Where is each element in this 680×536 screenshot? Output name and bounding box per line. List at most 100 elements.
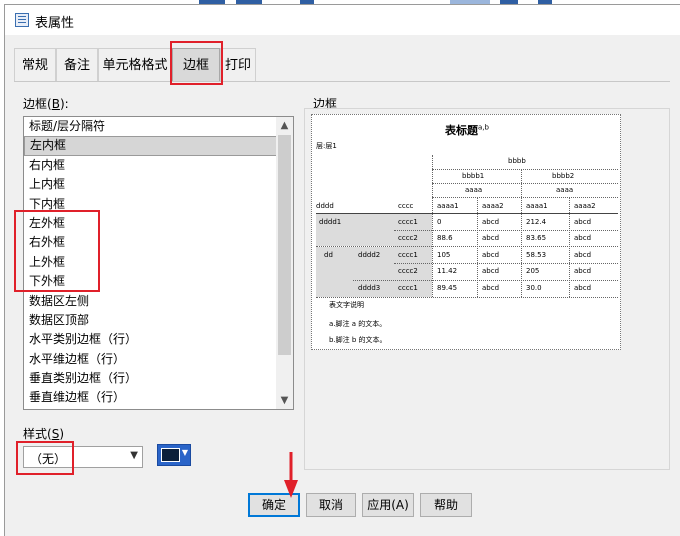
preview-gridline [353, 280, 618, 281]
preview-cell: cccc1 [398, 218, 418, 226]
preview-caption: 表文字说明 [329, 301, 364, 309]
table-icon [15, 13, 29, 27]
preview-cell: abcd [574, 267, 592, 275]
preview-header-bbbb2: bbbb2 [552, 172, 575, 180]
scroll-down-icon[interactable]: ▼ [276, 392, 293, 409]
preview-cell: 105 [437, 251, 451, 259]
preview-cell: abcd [574, 284, 592, 292]
cancel-button[interactable]: 取消 [306, 493, 356, 517]
preview-cell: abcd [574, 251, 592, 259]
preview-gridline [432, 155, 433, 297]
preview-cell: dddd2 [358, 251, 381, 259]
preview-footnote-a: a.脚注 a 的文本。 [329, 320, 387, 328]
preview-footnote-b: b.脚注 b 的文本。 [329, 336, 387, 344]
preview-col-aaaa1: aaaa1 [437, 202, 459, 210]
preview-cell: 212.4 [526, 218, 547, 226]
preview-title-text: 表标题 [445, 124, 479, 137]
scroll-up-icon[interactable]: ▲ [276, 117, 293, 134]
preview-gridline [477, 197, 478, 297]
scroll-thumb[interactable] [278, 135, 291, 355]
list-scrollbar[interactable]: ▲ ▼ [276, 117, 293, 409]
list-item-title-separator[interactable]: 标题/层分隔符 [24, 117, 277, 136]
preview-gridline [394, 230, 618, 231]
preview-cell: abcd [482, 234, 500, 242]
preview-gridline [521, 169, 522, 297]
style-hotkey: S [51, 427, 60, 441]
preview-cell: cccc1 [398, 251, 418, 259]
preview-cell: dd [324, 251, 333, 259]
preview-gridline [432, 197, 618, 198]
list-item-left-inner[interactable]: 左内框 [24, 136, 277, 156]
preview-col-aaaa2: aaaa2 [482, 202, 504, 210]
preview-cell: 205 [526, 267, 540, 275]
preview-title: 表标题a,b [312, 122, 622, 138]
color-dropdown-icon: ▼ [181, 448, 188, 457]
preview-gridline [432, 183, 618, 184]
preview-cell: abcd [482, 284, 500, 292]
preview-col-aaaa2: aaaa2 [574, 202, 596, 210]
border-list-label: 边框(B): [23, 97, 69, 111]
preview-cell: 30.0 [526, 284, 542, 292]
preview-cell: cccc2 [398, 267, 418, 275]
annotation-arrow-icon [284, 452, 298, 498]
preview-header-bbbb1: bbbb1 [462, 172, 485, 180]
preview-cell: 11.42 [437, 267, 458, 275]
preview-header-aaaa: aaaa [556, 186, 574, 194]
annotation-highlight-borders-tab [170, 41, 223, 85]
preview-cell: abcd [482, 251, 500, 259]
preview-cell: 89.45 [437, 284, 458, 292]
preview-gridline [316, 297, 618, 298]
border-list-hotkey: B [51, 97, 60, 111]
preview-title-sup: a,b [478, 123, 489, 132]
style-label-text: 样式 [23, 427, 48, 441]
preview-gridline [569, 197, 570, 297]
tab-cell-format[interactable]: 单元格格式 [98, 48, 172, 81]
list-item-data-left[interactable]: 数据区左侧 [24, 292, 277, 311]
preview-cell: 58.53 [526, 251, 547, 259]
list-item-top-inner[interactable]: 上内框 [24, 175, 277, 194]
preview-cell: dddd1 [319, 218, 342, 226]
list-item-right-inner[interactable]: 右内框 [24, 156, 277, 175]
table-preview[interactable]: 表标题a,b 层:层1 bbbb bbbb1 bbbb2 aaaa aaaa d… [311, 114, 621, 350]
preview-header-aaaa: aaaa [465, 186, 483, 194]
preview-cell: 0 [437, 218, 442, 226]
annotation-highlight-outer-borders [14, 210, 100, 292]
preview-gridline [394, 263, 618, 264]
chevron-down-icon: ▼ [130, 450, 138, 461]
tab-general[interactable]: 常规 [14, 48, 56, 81]
preview-cell: abcd [574, 218, 592, 226]
border-list-label-text: 边框 [23, 97, 48, 111]
preview-gridline [316, 246, 618, 247]
tab-notes[interactable]: 备注 [56, 48, 98, 81]
window-title: 表属性 [35, 16, 75, 31]
apply-button[interactable]: 应用(A) [362, 493, 414, 517]
list-item-v-category[interactable]: 垂直类别边框（行） [24, 369, 277, 388]
preview-cell: 83.65 [526, 234, 547, 242]
border-color-button[interactable]: ▼ [157, 444, 191, 466]
preview-gridline [432, 169, 618, 170]
preview-layer-label: 层:层1 [316, 142, 337, 150]
preview-col-dddd: dddd [316, 202, 334, 210]
preview-cell: abcd [574, 234, 592, 242]
preview-header-bbbb: bbbb [508, 157, 526, 165]
preview-col-cccc: cccc [398, 202, 414, 210]
preview-cell: abcd [482, 267, 500, 275]
tab-divider [14, 81, 670, 82]
preview-shade-dd [316, 247, 353, 297]
help-button[interactable]: 帮助 [420, 493, 472, 517]
style-label: 样式(S) [23, 427, 65, 441]
preview-cell: 88.6 [437, 234, 453, 242]
title-bar: 表属性 [5, 5, 680, 35]
preview-cell: cccc1 [398, 284, 418, 292]
preview-cell: abcd [482, 218, 500, 226]
annotation-highlight-style [16, 441, 74, 475]
tab-print[interactable]: 打印 [220, 48, 256, 81]
list-item-h-dimension[interactable]: 水平维边框（行） [24, 350, 277, 369]
color-swatch [161, 448, 180, 462]
preview-cell: cccc2 [398, 234, 418, 242]
preview-col-aaaa1: aaaa1 [526, 202, 548, 210]
list-item-v-dimension[interactable]: 垂直维边框（行） [24, 388, 277, 407]
preview-cell: dddd3 [358, 284, 381, 292]
list-item-h-category[interactable]: 水平类别边框（行） [24, 330, 277, 349]
list-item-data-top[interactable]: 数据区顶部 [24, 311, 277, 330]
